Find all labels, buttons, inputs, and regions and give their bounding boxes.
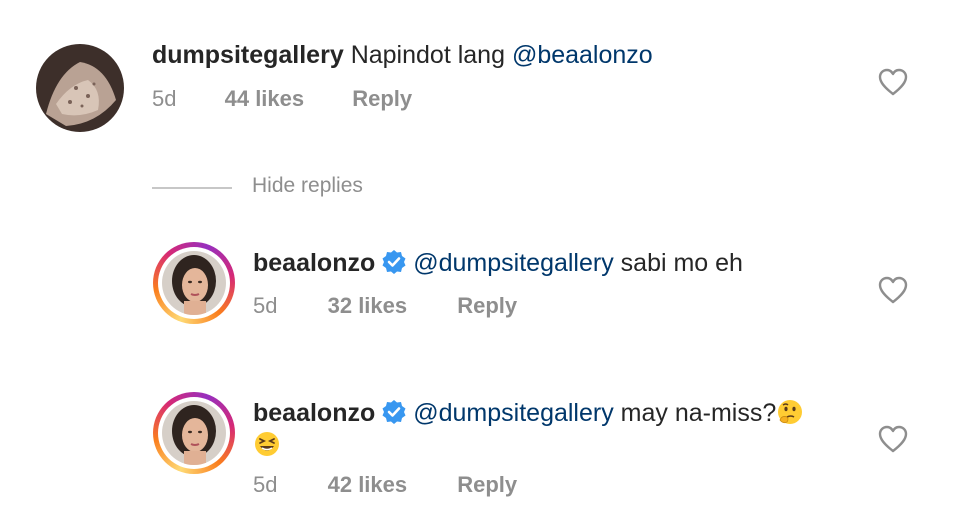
- reply-age: 5d: [253, 472, 278, 497]
- reply-username[interactable]: beaalonzo: [253, 399, 375, 427]
- reply-mention[interactable]: @dumpsitegallery: [413, 249, 613, 277]
- reply-meta: 5d 32 likes Reply: [253, 293, 517, 319]
- reply-meta: 5d 42 likes Reply: [253, 472, 517, 498]
- hide-replies-divider: [152, 187, 232, 189]
- like-heart-icon[interactable]: [878, 68, 908, 101]
- reply-mention[interactable]: @dumpsitegallery: [413, 399, 613, 427]
- reply-text: may na-miss?: [620, 399, 777, 427]
- avatar-beaalonzo[interactable]: [153, 392, 235, 474]
- profile-photo: [162, 251, 226, 315]
- reply-likes[interactable]: 42 likes: [328, 472, 408, 497]
- reply-age: 5d: [253, 293, 278, 318]
- reply-username[interactable]: beaalonzo: [253, 249, 375, 277]
- comment-reply-button[interactable]: Reply: [352, 86, 412, 111]
- comment-body: dumpsitegallery Napindot lang @beaalonzo: [152, 38, 653, 72]
- comment-mention[interactable]: @beaalonzo: [512, 41, 653, 69]
- avatar-beaalonzo[interactable]: [153, 242, 235, 324]
- reply-reply-button[interactable]: Reply: [457, 293, 517, 318]
- reply-emoji-line: [253, 428, 281, 467]
- thinking-face-emoji: [776, 398, 804, 435]
- comment-age: 5d: [152, 86, 177, 111]
- hide-replies-label[interactable]: Hide replies: [252, 174, 363, 198]
- reply-text: sabi mo eh: [620, 249, 743, 277]
- reply-reply-button[interactable]: Reply: [457, 472, 517, 497]
- comment-text: Napindot lang: [350, 41, 505, 69]
- profile-photo: [162, 401, 226, 465]
- verified-badge-icon: [381, 399, 407, 434]
- comment-meta: 5d 44 likes Reply: [152, 86, 412, 112]
- reply-body: beaalonzo @dumpsitegallery may na-miss?: [253, 396, 804, 435]
- laughing-squint-emoji: [253, 430, 281, 467]
- reply-body: beaalonzo @dumpsitegallery sabi mo eh: [253, 246, 743, 284]
- comment-username[interactable]: dumpsitegallery: [152, 41, 344, 69]
- like-heart-icon[interactable]: [878, 276, 908, 309]
- avatar-dumpsitegallery[interactable]: [36, 44, 124, 132]
- like-heart-icon[interactable]: [878, 425, 908, 458]
- verified-badge-icon: [381, 249, 407, 284]
- comment-likes[interactable]: 44 likes: [225, 86, 305, 111]
- reply-likes[interactable]: 32 likes: [328, 293, 408, 318]
